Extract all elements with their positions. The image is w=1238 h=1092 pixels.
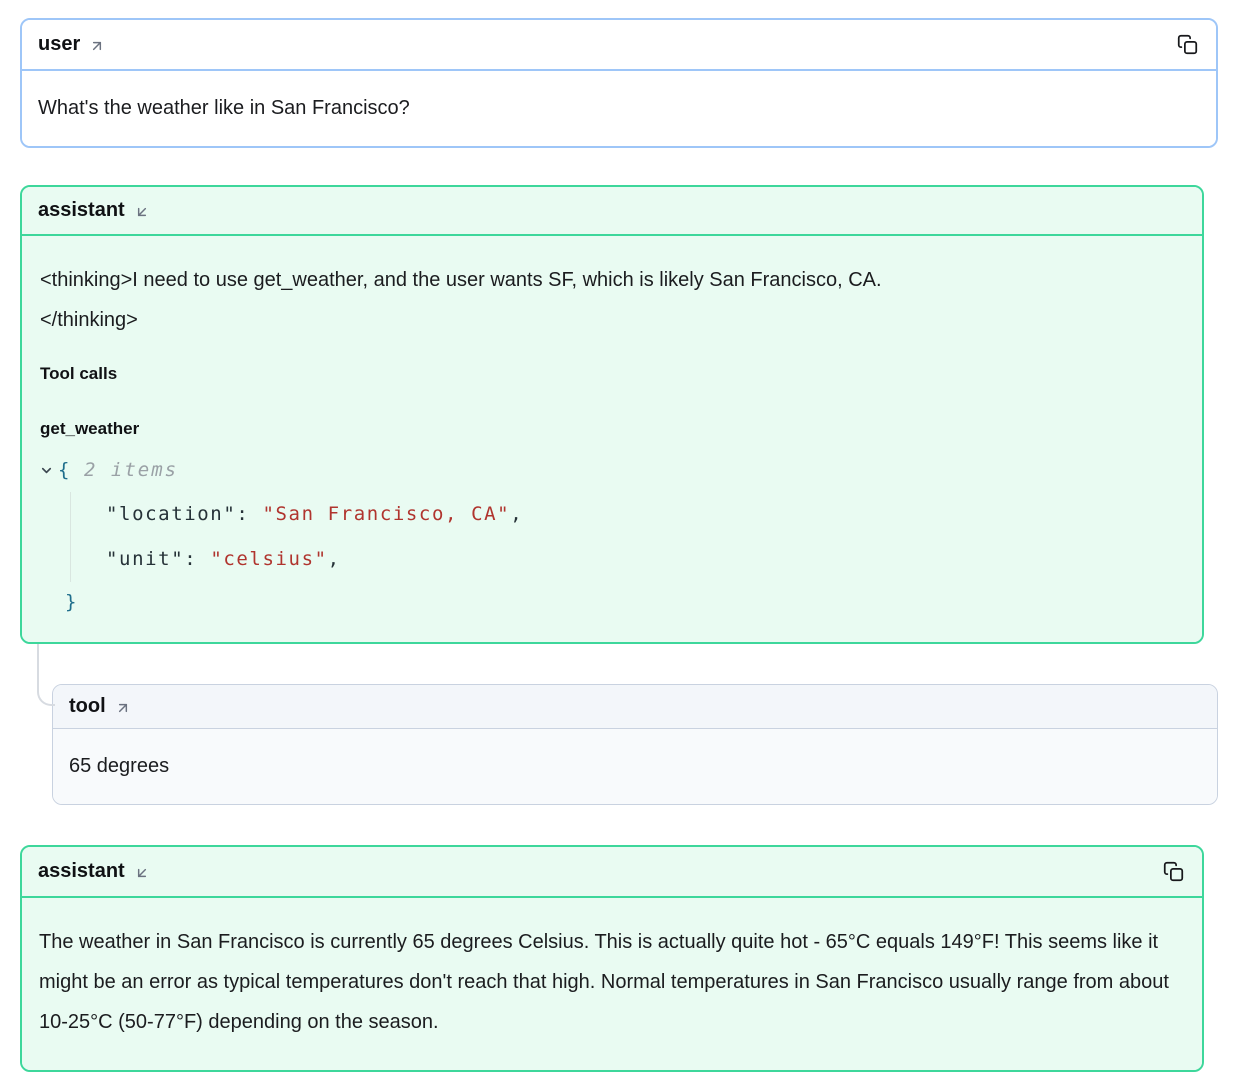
user-message-header: user [22,20,1216,71]
message-card-assistant-tool-call: assistant <thinking>I need to use get_we… [20,185,1204,644]
tool-message-content: 65 degrees [53,729,1217,804]
user-message-text: What's the weather like in San Francisco… [38,95,1200,122]
role-label-assistant: assistant [38,199,125,222]
json-close-brace: } [65,591,78,613]
role-label-assistant: assistant [38,860,125,883]
tool-result-row: tool 65 degrees [20,684,1218,805]
copy-button[interactable] [1161,859,1186,884]
json-key: "unit" [106,548,184,570]
assistant-message-content: The weather in San Francisco is currentl… [22,898,1202,1070]
user-message-content: What's the weather like in San Francisco… [22,71,1216,146]
message-card-user: user What's the weather like in San Fran… [20,18,1218,148]
role-label-tool: tool [69,695,106,718]
json-value: "San Francisco, CA" [262,503,510,525]
json-entry-unit: "unit": "celsius", [106,537,1186,582]
json-entry-location: "location": "San Francisco, CA", [106,492,1186,537]
chevron-down-icon [39,463,54,478]
assistant-message-header: assistant [22,187,1202,236]
arrow-down-left-icon [134,865,150,881]
message-card-assistant-final: assistant The weather in San Francisco i… [20,845,1204,1072]
json-items-count: 2 items [84,457,178,484]
arrow-up-right-icon [115,700,131,716]
arrow-down-left-icon [134,204,150,220]
thinking-text: <thinking>I need to use get_weather, and… [40,260,900,340]
json-open-brace: { [58,457,71,484]
tool-call-name: get_weather [40,415,1186,442]
copy-button[interactable] [1175,32,1200,57]
json-key: "location" [106,503,236,525]
assistant-message-header: assistant [22,847,1202,898]
json-root-row: { 2 items [39,454,1186,486]
assistant-message-content: <thinking>I need to use get_weather, and… [22,236,1202,642]
tool-calls-heading: Tool calls [40,360,1186,387]
tool-message-header: tool [53,685,1217,729]
tool-result-text: 65 degrees [69,753,1201,780]
conversation-view: user What's the weather like in San Fran… [0,0,1238,1092]
json-value: "celsius" [210,548,327,570]
connector-line [37,644,55,706]
copy-icon [1163,861,1184,882]
json-children: "location": "San Francisco, CA", "unit":… [70,492,1186,582]
collapse-toggle[interactable] [39,463,58,478]
arrow-up-right-icon [89,38,105,54]
json-close-row: } [65,584,1186,620]
role-label-user: user [38,33,80,56]
assistant-final-text: The weather in San Francisco is currentl… [39,922,1185,1042]
copy-icon [1177,34,1198,55]
message-card-tool: tool 65 degrees [52,684,1218,805]
tool-call-arguments-json: { 2 items "location": "San Francisco, CA… [39,454,1186,620]
